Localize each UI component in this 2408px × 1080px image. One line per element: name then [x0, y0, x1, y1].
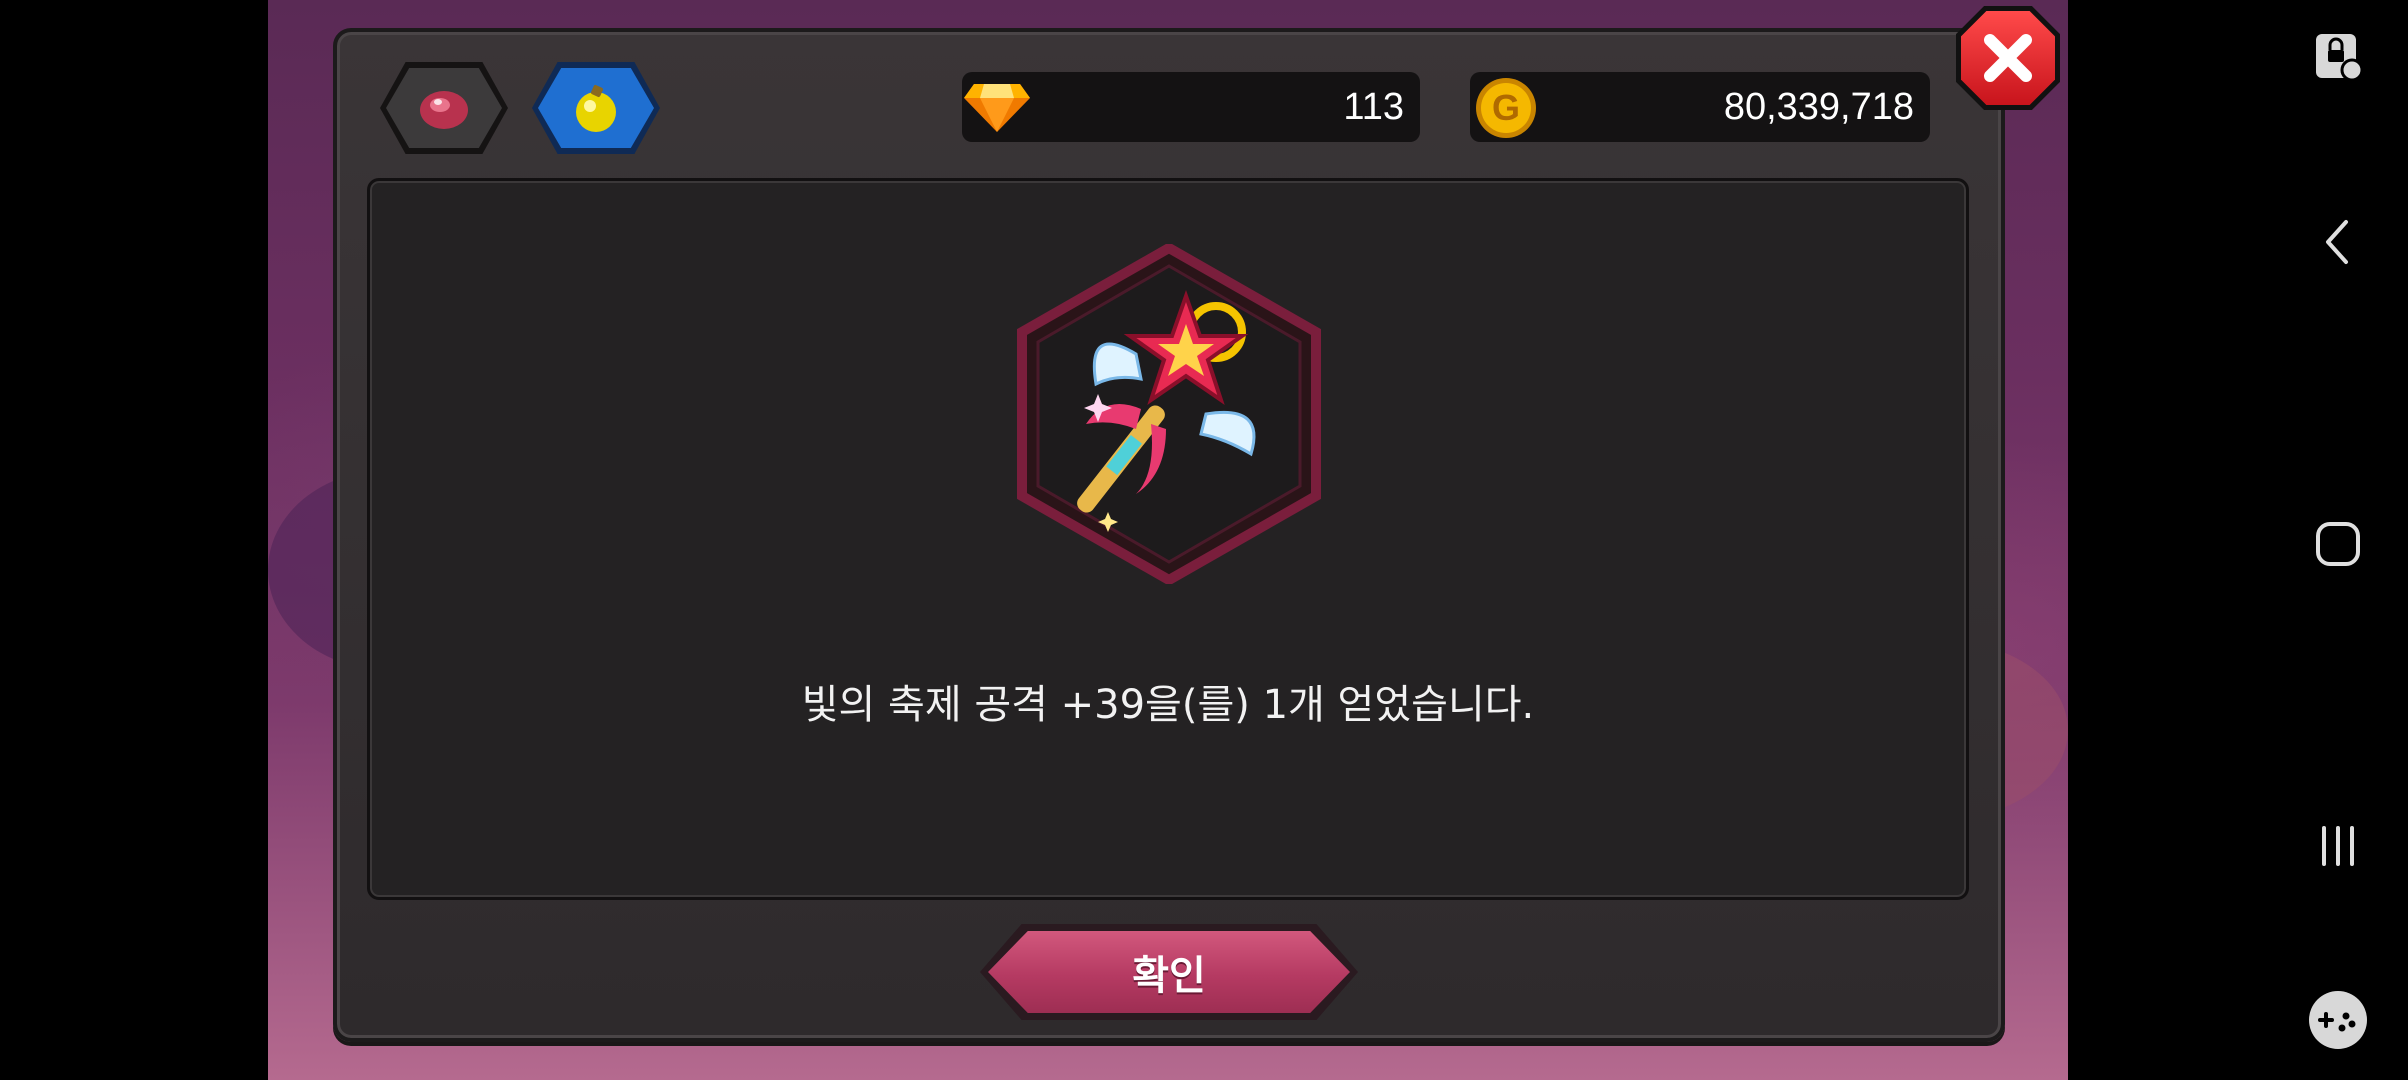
gem-count: 113	[1343, 85, 1404, 128]
close-icon	[1984, 34, 2032, 82]
recents-button[interactable]	[2298, 806, 2378, 886]
reward-message: 빛의 축제 공격 +39을(를) 1개 얻었습니다.	[801, 682, 1535, 728]
back-icon	[2326, 220, 2348, 264]
reward-item-frame	[1017, 244, 1321, 584]
screen-lock-icon	[2316, 34, 2364, 82]
yellow-bottle-icon	[576, 85, 616, 132]
confirm-button-label: 확인	[988, 931, 1350, 1013]
diamond-icon	[964, 84, 1030, 132]
recents-icon	[2322, 826, 2354, 866]
screen-lock-button[interactable]	[2298, 16, 2378, 96]
red-gem-icon	[420, 91, 468, 129]
confirm-button[interactable]: 확인	[980, 924, 1358, 1020]
svg-text:G: G	[1492, 87, 1520, 128]
tab-items[interactable]	[532, 62, 660, 154]
game-tools-icon	[2309, 991, 2367, 1049]
back-button[interactable]	[2298, 202, 2378, 282]
home-button[interactable]	[2298, 504, 2378, 584]
close-button[interactable]	[1956, 6, 2060, 110]
game-tools-button[interactable]	[2298, 980, 2378, 1060]
gold-coin-icon: G	[1476, 78, 1536, 138]
gold-counter: 80,339,718	[1470, 72, 1930, 142]
tab-gems[interactable]	[380, 62, 508, 154]
gold-amount: 80,339,718	[1723, 85, 1914, 128]
home-icon	[2316, 522, 2360, 566]
